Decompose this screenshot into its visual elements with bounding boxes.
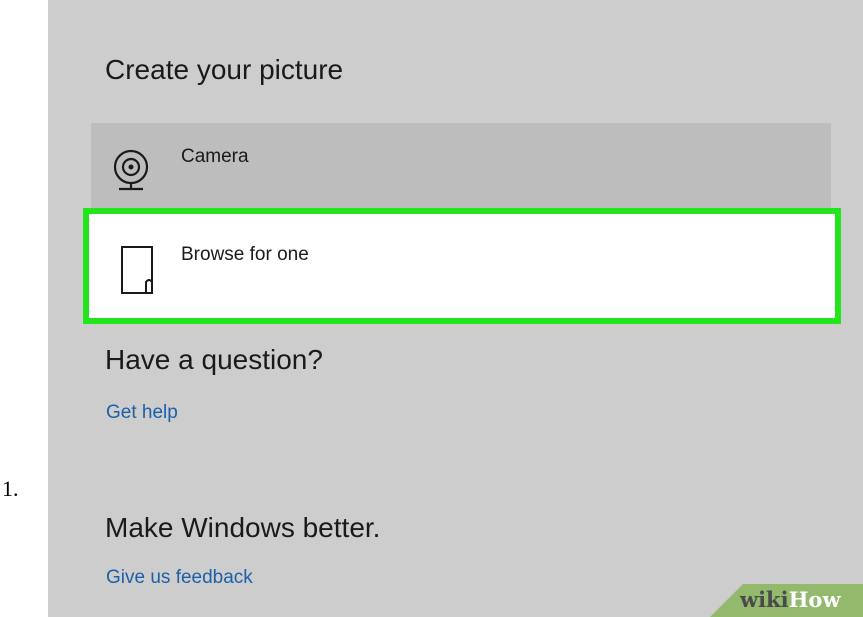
list-number: 1. [2,476,19,501]
feedback-heading: Make Windows better. [105,512,381,543]
wikihow-watermark: wikiHow [740,587,841,612]
browse-label: Browse for one [181,244,309,265]
settings-panel: Create your picture Camera Browse for on… [48,0,863,617]
browse-option[interactable]: Browse for one [83,208,841,324]
get-help-link[interactable]: Get help [106,402,178,424]
watermark-how: How [788,587,841,612]
camera-option[interactable]: Camera [91,123,831,213]
create-picture-heading: Create your picture [105,54,344,85]
question-heading: Have a question? [105,344,323,375]
watermark-wiki: wiki [740,587,789,612]
browse-file-icon [121,246,153,294]
webcam-icon [113,149,149,191]
camera-label: Camera [181,146,249,167]
give-feedback-link[interactable]: Give us feedback [106,567,253,589]
